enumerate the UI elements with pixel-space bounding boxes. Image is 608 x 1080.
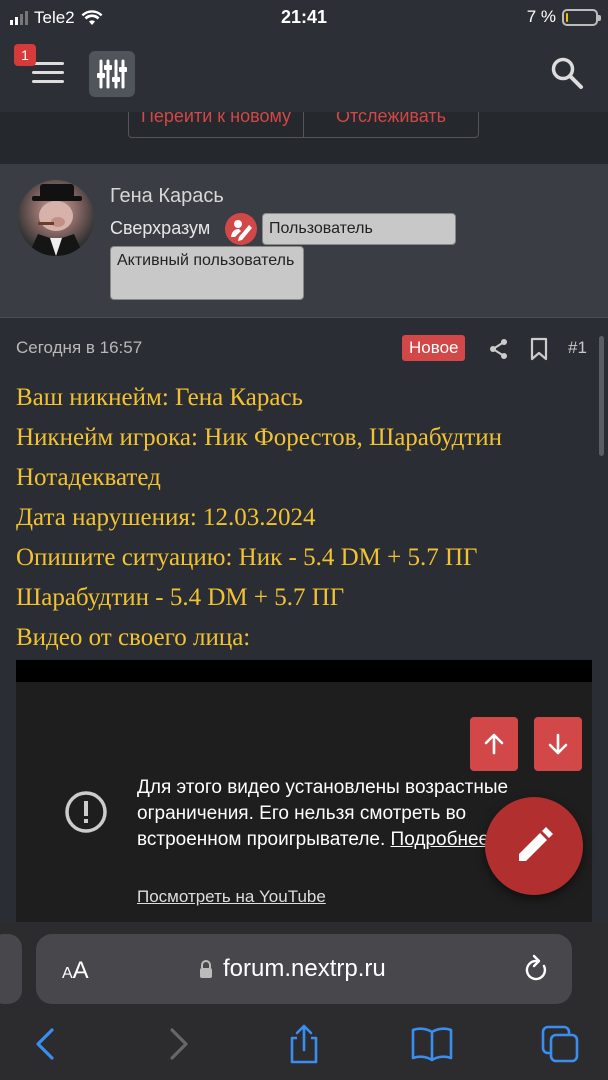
post-line: Дата нарушения: 12.03.2024 <box>16 504 316 531</box>
thread-actions: Перейти к новому Отслеживать <box>0 112 608 164</box>
avatar[interactable] <box>18 180 94 256</box>
post-author: Гена Карась Сверхразум Пользователь Акти… <box>0 164 608 318</box>
back-icon[interactable] <box>26 1024 66 1064</box>
post-line: Опишите ситуацию: Ник - 5.4 DM + 5.7 ПГ … <box>16 544 478 611</box>
clock: 21:41 <box>280 7 328 27</box>
battery-status: 7 % <box>526 7 601 27</box>
user-name[interactable]: Гена Карась <box>110 185 224 208</box>
previous-tab[interactable] <box>0 934 22 1004</box>
new-badge: Новое <box>402 335 466 361</box>
address-bar[interactable]: AA forum.nextrp.ru <box>36 934 572 1004</box>
share-sheet-icon[interactable] <box>284 1024 324 1064</box>
staff-icon <box>225 213 257 245</box>
reload-icon[interactable] <box>522 954 550 984</box>
user-title: Сверхразум <box>110 218 211 238</box>
post-number[interactable]: #1 <box>568 338 587 358</box>
post-time[interactable]: Сегодня в 16:57 <box>16 338 142 358</box>
scroll-up-button[interactable] <box>470 717 518 771</box>
filter-button[interactable] <box>89 51 135 97</box>
search-icon[interactable] <box>550 56 584 90</box>
user-badge-primary: Пользователь <box>262 213 456 245</box>
menu-icon[interactable] <box>32 62 64 84</box>
watch-button[interactable]: Отслеживать <box>303 112 478 137</box>
youtube-link[interactable]: Посмотреть на YouTube <box>137 887 326 907</box>
filter-icon <box>97 59 127 89</box>
arrow-down-icon <box>548 733 568 755</box>
post-line: Никнейм игрока: Ник Форестов, Шарабудтин… <box>16 424 502 491</box>
post-line: Ваш никнейм: Гена Карась <box>16 384 303 411</box>
bookmarks-icon[interactable] <box>410 1024 454 1064</box>
post-line: Видео от своего лица: <box>16 624 251 651</box>
scroll-down-button[interactable] <box>534 717 582 771</box>
forum-header: 1 <box>0 34 608 112</box>
pencil-icon <box>519 827 553 861</box>
post-body: Ваш никнейм: Гена Карась Никнейм игрока:… <box>16 378 600 658</box>
video-restriction-message: Для этого видео установлены возрастные о… <box>137 777 509 850</box>
reader-options-button[interactable]: AA <box>62 957 89 985</box>
battery-percent: 7 % <box>526 7 556 26</box>
notification-badge: 1 <box>14 44 36 66</box>
tabs-icon[interactable] <box>540 1024 580 1064</box>
lock-icon <box>200 960 212 978</box>
share-icon[interactable] <box>488 338 510 360</box>
arrow-up-icon <box>484 733 504 755</box>
forward-icon[interactable] <box>158 1024 198 1064</box>
warning-icon <box>65 791 107 833</box>
browser-toolbar: AA forum.nextrp.ru <box>0 922 608 1080</box>
reply-button[interactable] <box>485 797 583 895</box>
battery-icon <box>562 8 601 26</box>
user-badge-secondary: Активный пользователь <box>110 246 304 300</box>
url-text[interactable]: forum.nextrp.ru <box>223 955 386 983</box>
bookmark-icon[interactable] <box>528 337 550 361</box>
status-bar: Tele2 21:41 7 % <box>0 0 608 34</box>
goto-new-button[interactable]: Перейти к новому <box>129 112 303 137</box>
